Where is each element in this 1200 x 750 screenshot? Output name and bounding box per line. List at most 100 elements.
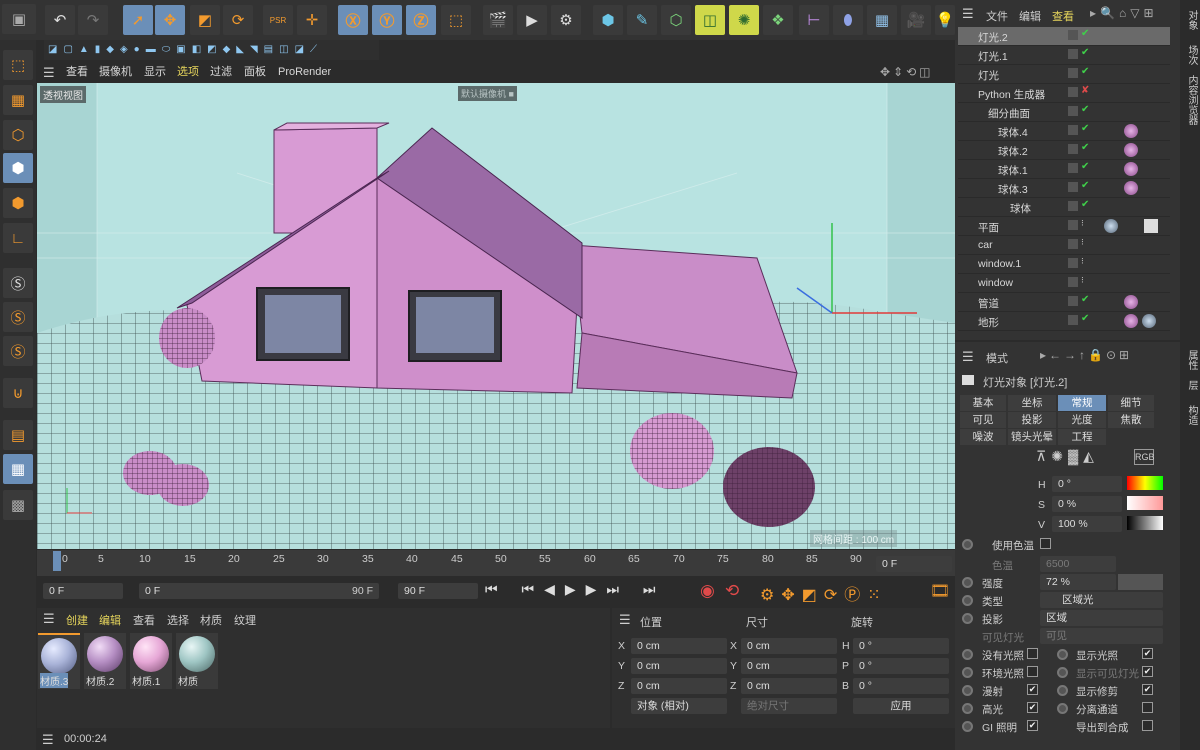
enabled-check-icon[interactable]: ✔ [1081,294,1089,305]
grid-plane-icon[interactable]: ▤ [3,420,33,450]
type-radio[interactable] [962,595,973,606]
object-row[interactable]: 细分曲面 ✔ [958,103,1170,122]
camera-icon[interactable]: 🎥 [901,5,931,35]
tab-structure[interactable]: 构造 [1184,405,1199,425]
mat-menu-material[interactable]: 材质 [200,612,222,628]
attr-nav-icons[interactable]: ▸←→↑🔒⊙⊞ [1040,348,1132,362]
layer-dots-icon[interactable]: ⁝ [1081,237,1084,248]
enabled-check-icon[interactable]: ✔ [1081,123,1089,134]
tab-visible[interactable]: 可见 [960,412,1006,428]
ambient-checkbox[interactable] [1027,666,1038,677]
app-cube-icon[interactable]: ▣ [2,4,36,34]
sep-pass-radio[interactable] [1057,703,1068,714]
magnet-icon[interactable]: ⊍ [3,378,33,408]
attr-menu-icon[interactable]: ☰ [962,349,974,365]
no-light-radio[interactable] [962,649,973,660]
deformer-icon[interactable]: ◫ [695,5,725,35]
rotation-h-field[interactable]: 0 ° [853,638,949,654]
autokey-icon[interactable]: ⟲ [725,581,739,601]
saturation-field[interactable]: 0 % [1052,496,1122,512]
start-frame-field[interactable]: 0 F [43,583,123,599]
enabled-check-icon[interactable]: ✔ [1081,161,1089,172]
object-row[interactable]: window.1 ⁝ [958,255,1170,274]
materials-menu-icon[interactable]: ☰ [43,611,55,627]
material-tag-icon[interactable] [1124,181,1138,195]
z-axis-icon[interactable]: Ⓩ [406,5,436,35]
diffuse-checkbox[interactable]: ✔ [1027,684,1038,695]
subdivision-icon[interactable]: ⬡ [661,5,691,35]
mat-menu-create[interactable]: 创建 [66,612,88,628]
range-start-field[interactable]: 0 F [139,583,379,599]
enabled-check-icon[interactable]: ✔ [1081,180,1089,191]
show-clip-checkbox[interactable]: ✔ [1142,684,1153,695]
viewport[interactable]: 透视视图 默认摄像机 ■ 网格间距 : 100 cm [37,83,955,549]
tab-basic[interactable]: 基本 [960,395,1006,411]
position-x-field[interactable]: 0 cm [631,638,727,654]
rotation-p-field[interactable]: 0 ° [853,658,949,674]
coord-mode-select[interactable]: 对象 (相对) [631,698,727,714]
use-temp-checkbox[interactable] [1040,538,1051,549]
tab-caustics[interactable]: 焦散 [1108,412,1154,428]
size-y-field[interactable]: 0 cm [741,658,837,674]
material-tag-icon[interactable] [1124,124,1138,138]
value-gradient[interactable] [1127,516,1163,530]
current-frame-field[interactable]: 0 F [876,556,952,572]
mograph-icon[interactable]: ✺ [729,5,759,35]
object-row[interactable]: 球体 ✔ [958,198,1170,217]
cloner-icon[interactable]: ❖ [763,5,793,35]
tab-coord[interactable]: 坐标 [1008,395,1056,411]
tab-project[interactable]: 工程 [1058,429,1106,445]
edges-mode-icon[interactable]: ∟ [3,223,33,253]
object-row[interactable]: 球体.4 ✔ [958,122,1170,141]
sep-pass-checkbox[interactable] [1142,702,1153,713]
visibility-box[interactable] [1068,68,1078,78]
enabled-check-icon[interactable]: ✔ [1081,313,1089,324]
specular-checkbox[interactable]: ✔ [1027,702,1038,713]
object-row[interactable]: 灯光 ✔ [958,65,1170,84]
material-tag-icon[interactable] [1124,295,1138,309]
gi-radio[interactable] [962,721,973,732]
om-tool-icons[interactable]: ▸🔍⌂▽⊞ [1090,6,1158,20]
x-axis-icon[interactable]: Ⓧ [338,5,368,35]
coords-menu-icon[interactable]: ☰ [619,612,631,628]
shadow-select[interactable]: 区域 [1040,610,1163,626]
shadow-radio[interactable] [962,613,973,624]
intensity-field[interactable]: 72 % [1040,574,1116,590]
tab-objects[interactable]: 对象 [1184,10,1199,30]
key-tools-icon[interactable]: ⚙✥◩⟳Ⓟ⁙ [760,581,888,605]
object-row[interactable]: 地形 ✔ [958,312,1170,331]
object-row[interactable]: 球体.1 ✔ [958,160,1170,179]
visibility-box[interactable] [1068,125,1078,135]
snap-s1-icon[interactable]: Ⓢ [3,268,33,298]
intensity-slider[interactable] [1118,574,1163,590]
visibility-box[interactable] [1068,106,1078,116]
viewport-menu-icon[interactable]: ☰ [43,65,55,81]
material-swatch[interactable]: 材质.3 [38,633,80,689]
render-view-icon[interactable]: 🎬 [483,5,513,35]
material-swatch[interactable]: 材质 [176,633,218,689]
visibility-box[interactable] [1068,144,1078,154]
position-z-field[interactable]: 0 cm [631,678,727,694]
show-clip-radio[interactable] [1057,685,1068,696]
object-row[interactable]: 灯光.2 ✔ [958,27,1170,46]
visible-light-select[interactable]: 可见 [1040,628,1163,644]
menu-panel[interactable]: 面板 [244,61,266,83]
show-visible-radio[interactable] [1057,667,1068,678]
lock-plane-icon[interactable]: ▩ [3,490,33,520]
visibility-box[interactable] [1068,239,1078,249]
floor-icon[interactable]: ▦ [867,5,897,35]
om-menu-edit[interactable]: 编辑 [1019,8,1041,24]
material-tag-icon[interactable] [1142,314,1156,328]
coord-system-icon[interactable]: ⬚ [441,5,471,35]
size-x-field[interactable]: 0 cm [741,638,837,654]
menu-prorender[interactable]: ProRender [278,61,331,83]
tab-details[interactable]: 细节 [1108,395,1154,411]
snap-s2-icon[interactable]: Ⓢ [3,302,33,332]
intensity-radio[interactable] [962,577,973,588]
enabled-check-icon[interactable]: ✔ [1081,104,1089,115]
texture-tag-icon[interactable] [1144,219,1158,233]
field-icon[interactable]: ⬮ [833,5,863,35]
workplane-icon[interactable]: ⬡ [3,120,33,150]
enabled-check-icon[interactable]: ✔ [1081,66,1089,77]
mat-menu-texture[interactable]: 纹理 [234,612,256,628]
